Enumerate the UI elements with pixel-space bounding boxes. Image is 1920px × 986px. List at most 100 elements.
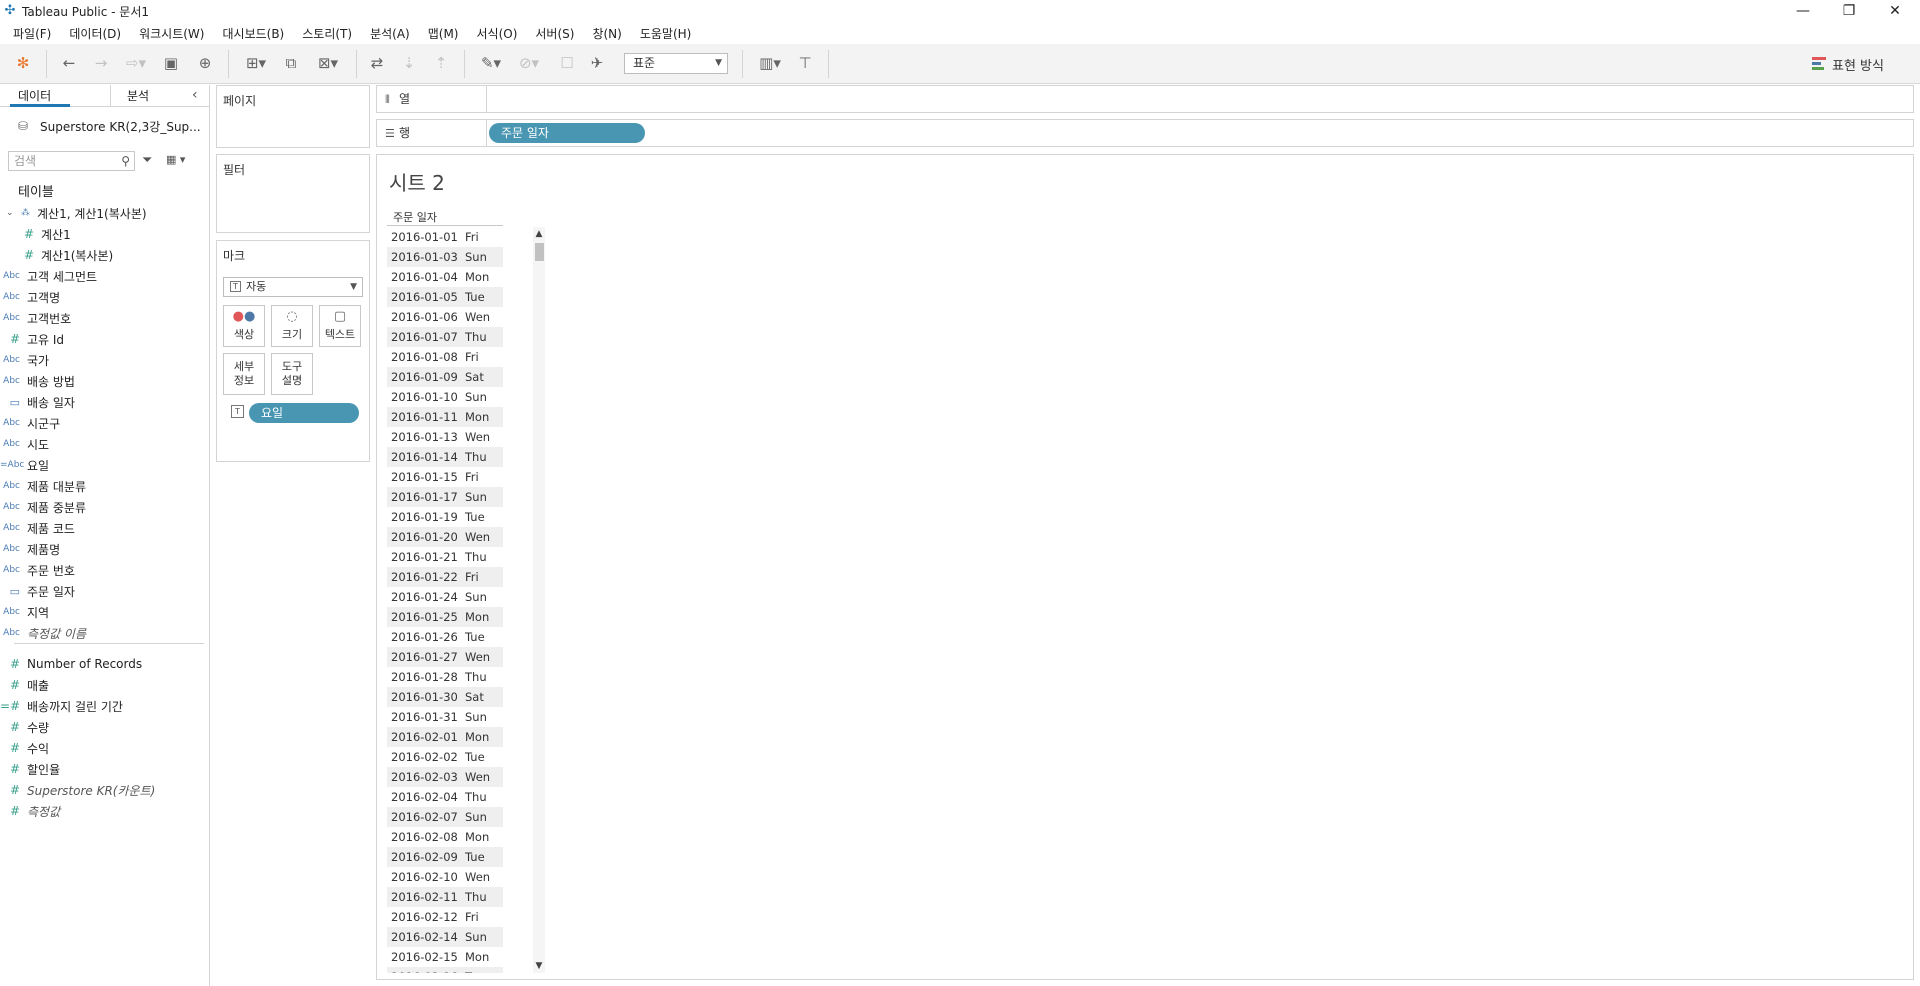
table-row[interactable]: 2016-01-13 Wen — [387, 427, 503, 447]
menu-worksheet[interactable]: 워크시트(W) — [130, 25, 213, 42]
measure-field[interactable]: # 할인율 — [0, 759, 60, 779]
minimize-button[interactable]: — — [1780, 0, 1826, 22]
table-row[interactable]: 2016-01-07 Thu — [387, 327, 503, 347]
presentation-icon[interactable]: ⊤ — [794, 52, 816, 74]
dimension-field[interactable]: Abc 고객번호 — [0, 308, 71, 328]
fit-select[interactable]: 표준 ▼ — [624, 53, 728, 74]
menu-analysis[interactable]: 분석(A) — [361, 25, 419, 42]
column-header[interactable]: 주문 일자 — [393, 209, 437, 225]
save-icon[interactable]: ▣ — [160, 52, 182, 74]
chevron-down-icon[interactable]: ⌄ — [6, 208, 16, 218]
show-me-button[interactable]: 표현 방식 — [1812, 54, 1884, 74]
table-row[interactable]: 2016-01-04 Mon — [387, 267, 503, 287]
table-row[interactable]: 2016-01-14 Thu — [387, 447, 503, 467]
table-row[interactable]: 2016-01-15 Fri — [387, 467, 503, 487]
table-row[interactable]: 2016-01-11 Mon — [387, 407, 503, 427]
scroll-down-icon[interactable]: ▼ — [533, 959, 545, 973]
menu-format[interactable]: 서식(O) — [468, 25, 527, 42]
table-row[interactable]: 2016-02-11 Thu — [387, 887, 503, 907]
table-row[interactable]: 2016-02-04 Thu — [387, 787, 503, 807]
dimension-field[interactable]: Abc 제품 대분류 — [0, 476, 86, 496]
size-button[interactable]: ◌ 크기 — [271, 305, 313, 347]
dimension-field[interactable]: ▭ 주문 일자 — [0, 581, 75, 601]
columns-shelf[interactable]: ⦀ 열 — [376, 85, 1914, 113]
scroll-up-icon[interactable]: ▲ — [533, 227, 545, 241]
measure-field[interactable]: # 수익 — [0, 738, 49, 758]
table-row[interactable]: 2016-02-15 Mon — [387, 947, 503, 967]
table-row[interactable]: 2016-02-08 Mon — [387, 827, 503, 847]
dimension-field[interactable]: Abc 시도 — [0, 434, 49, 454]
table-row[interactable]: 2016-01-24 Sun — [387, 587, 503, 607]
dimension-field[interactable]: =Abc 요일 — [0, 455, 49, 475]
table-row[interactable]: 2016-01-30 Sat — [387, 687, 503, 707]
menu-dashboard[interactable]: 대시보드(B) — [213, 25, 293, 42]
measure-field[interactable]: =# 배송까지 걸린 기간 — [0, 696, 123, 716]
table-row[interactable]: 2016-02-02 Tue — [387, 747, 503, 767]
menu-map[interactable]: 맵(M) — [419, 25, 468, 42]
table-row[interactable]: 2016-01-31 Sun — [387, 707, 503, 727]
dimension-field[interactable]: Abc 제품 코드 — [0, 518, 75, 538]
rows-pill-order-date[interactable]: 주문 일자 — [489, 123, 645, 143]
tooltip-button[interactable]: 도구 설명 — [271, 353, 313, 395]
swap-icon[interactable]: ⇄ — [366, 52, 388, 74]
dimension-field[interactable]: Abc 지역 — [0, 602, 49, 622]
measure-field[interactable]: # 매출 — [0, 675, 49, 695]
dimension-field[interactable]: Abc 측정값 이름 — [0, 623, 86, 643]
table-row[interactable]: 2016-02-07 Sun — [387, 807, 503, 827]
table-row[interactable]: 2016-02-10 Wen — [387, 867, 503, 887]
tab-analysis[interactable]: 분석 — [110, 85, 180, 107]
dimension-field[interactable]: Abc 제품 중분류 — [0, 497, 86, 517]
restore-button[interactable]: ❐ — [1826, 0, 1872, 22]
pages-shelf[interactable]: 페이지 — [216, 85, 370, 148]
search-input[interactable]: 검색 ⚲ — [8, 151, 135, 171]
dimension-field[interactable]: Abc 시군구 — [0, 413, 60, 433]
label-button[interactable]: ▢ 텍스트 — [319, 305, 361, 347]
table-row[interactable]: 2016-02-16Tue — [387, 967, 503, 973]
vertical-scrollbar[interactable]: ▲ ▼ — [533, 227, 545, 973]
rows-shelf[interactable]: ☰ 행 주문 일자 — [376, 119, 1914, 147]
pin-icon[interactable]: ✈ — [586, 52, 608, 74]
tableau-logo-icon[interactable]: ✻ — [12, 52, 34, 74]
table-row[interactable]: 2016-01-10 Sun — [387, 387, 503, 407]
datasource-item[interactable]: ⛁ Superstore KR(2,3강_Sup... — [18, 116, 201, 136]
table-row[interactable]: 2016-02-01 Mon — [387, 727, 503, 747]
sheet-title[interactable]: 시트 2 — [389, 167, 445, 196]
dimension-field[interactable]: ▭ 배송 일자 — [0, 392, 75, 412]
table-row[interactable]: 2016-01-03 Sun — [387, 247, 503, 267]
scroll-thumb[interactable] — [535, 243, 544, 261]
measure-field[interactable]: # Number of Records — [0, 654, 142, 674]
table-row[interactable]: 2016-01-01 Fri — [387, 227, 503, 247]
new-datasource-icon[interactable]: ⊕ — [194, 52, 216, 74]
dimension-field[interactable]: Abc 제품명 — [0, 539, 60, 559]
menu-server[interactable]: 서버(S) — [526, 25, 583, 42]
table-row[interactable]: 2016-01-17 Sun — [387, 487, 503, 507]
filter-icon[interactable]: ⏷ — [142, 153, 152, 168]
table-row[interactable]: 2016-02-09 Tue — [387, 847, 503, 867]
collapse-icon[interactable]: ‹ — [192, 87, 198, 103]
dimension-field[interactable]: Abc 주문 번호 — [0, 560, 75, 580]
filters-shelf[interactable]: 필터 — [216, 154, 370, 233]
dimension-field[interactable]: Abc 배송 방법 — [0, 371, 75, 391]
dimension-field[interactable]: ⌄ ⁂ 계산1, 계산1(복사본) — [0, 203, 147, 223]
table-row[interactable]: 2016-01-06 Wen — [387, 307, 503, 327]
table-row[interactable]: 2016-01-28 Thu — [387, 667, 503, 687]
duplicate-icon[interactable]: ⧉ — [280, 52, 302, 74]
menu-window[interactable]: 창(N) — [583, 25, 630, 42]
card-icon[interactable]: ▥▾ — [752, 52, 788, 74]
dimension-field[interactable]: Abc 국가 — [0, 350, 49, 370]
close-button[interactable]: ✕ — [1872, 0, 1918, 22]
table-row[interactable]: 2016-01-19 Tue — [387, 507, 503, 527]
tab-data[interactable]: 데이터 — [10, 85, 70, 107]
menu-help[interactable]: 도움말(H) — [631, 25, 701, 42]
table-row[interactable]: 2016-01-21 Thu — [387, 547, 503, 567]
dimension-field[interactable]: Abc 고객 세그먼트 — [0, 266, 97, 286]
table-row[interactable]: 2016-01-05 Tue — [387, 287, 503, 307]
menu-story[interactable]: 스토리(T) — [293, 25, 361, 42]
color-button[interactable]: ●● 색상 — [223, 305, 265, 347]
menu-data[interactable]: 데이터(D) — [60, 25, 130, 42]
highlight-icon[interactable]: ✎▾ — [476, 52, 506, 74]
table-row[interactable]: 2016-01-25 Mon — [387, 607, 503, 627]
dimension-field[interactable]: Abc 고객명 — [0, 287, 60, 307]
table-row[interactable]: 2016-01-20 Wen — [387, 527, 503, 547]
measure-field[interactable]: # 수량 — [0, 717, 49, 737]
